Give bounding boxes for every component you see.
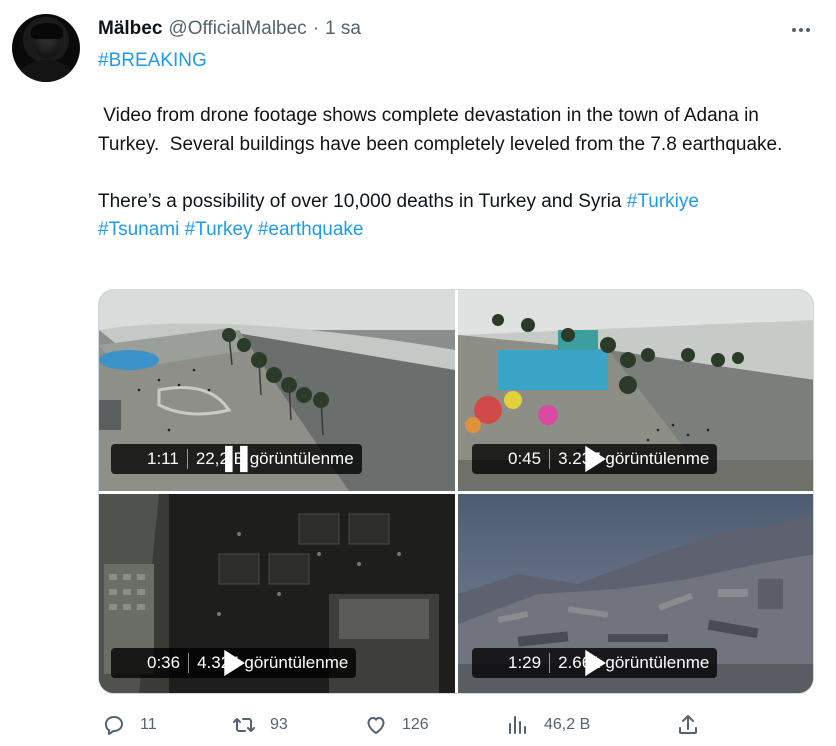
more-icon-dot: [806, 28, 810, 32]
reply-count: 11: [140, 716, 157, 733]
analytics-icon: [509, 716, 526, 734]
video-1[interactable]: 1:11 22,2 B görüntülenme: [99, 290, 455, 491]
retweet-icon: [233, 718, 255, 732]
reply-icon: [105, 716, 123, 735]
video-2[interactable]: 0:45 3.237 görüntülenme: [458, 290, 813, 491]
share-icon: [679, 715, 697, 734]
avatar-hair: [31, 23, 63, 39]
play-icon[interactable]: [482, 445, 606, 473]
video-2-badge: 0:45 3.237 görüntülenme: [472, 444, 718, 474]
hashtag-turkey[interactable]: #Turkey: [185, 219, 253, 240]
tweet-paragraph-1: Video from drone footage shows complete …: [98, 105, 783, 155]
heart-icon: [367, 717, 385, 734]
author-name[interactable]: Mälbec: [98, 18, 162, 40]
play-icon[interactable]: [482, 649, 606, 677]
author-handle[interactable]: @OfficialMalbec: [168, 18, 306, 40]
tweet[interactable]: Mälbec @OfficialMalbec · 1 sa #BREAKING …: [0, 0, 836, 746]
tweet-text: Video from drone footage shows complete …: [98, 102, 823, 245]
more-button[interactable]: [786, 20, 816, 40]
tweet-paragraph-2: There’s a possibility of over 10,000 dea…: [98, 188, 823, 245]
video-3-badge: 0:36 4.324 görüntülenme: [111, 648, 357, 678]
share-button[interactable]: [676, 708, 700, 742]
hashtag-breaking[interactable]: #BREAKING: [98, 48, 207, 74]
like-count: 126: [402, 716, 429, 733]
views-count: 46,2 B: [544, 716, 591, 733]
tweet-timestamp[interactable]: 1 sa: [325, 18, 361, 40]
avatar-shoulders: [20, 60, 72, 82]
more-icon-dot: [799, 28, 803, 32]
play-icon[interactable]: [121, 649, 245, 677]
tweet-header: Mälbec @OfficialMalbec · 1 sa: [98, 16, 361, 42]
avatar[interactable]: [12, 14, 80, 82]
video-4[interactable]: 1:29 2.661 görüntülenme: [458, 494, 813, 693]
retweet-count: 93: [270, 716, 288, 733]
reply-button[interactable]: 11: [102, 708, 157, 742]
action-bar: 11 93 126 46,2 B: [98, 708, 718, 742]
video-4-badge: 1:29 2.661 görüntülenme: [472, 648, 718, 678]
views-button[interactable]: 46,2 B: [506, 708, 590, 742]
retweet-button[interactable]: 93: [232, 708, 288, 742]
video-3[interactable]: 0:36 4.324 görüntülenme: [99, 494, 455, 693]
hashtag-tsunami[interactable]: #Tsunami: [98, 219, 179, 240]
pause-icon[interactable]: [121, 445, 248, 473]
header-separator: ·: [312, 18, 320, 39]
media-grid: 1:11 22,2 B görüntülenme 0:45 3.237 görü…: [98, 289, 814, 694]
hashtag-turkiye[interactable]: #Turkiye: [627, 191, 699, 212]
video-1-badge: 1:11 22,2 B görüntülenme: [111, 444, 362, 474]
tweet-paragraph-2-text: There’s a possibility of over 10,000 dea…: [98, 190, 627, 212]
more-icon: [792, 28, 796, 32]
hashtag-earthquake[interactable]: #earthquake: [258, 219, 364, 240]
like-button[interactable]: 126: [364, 708, 429, 742]
